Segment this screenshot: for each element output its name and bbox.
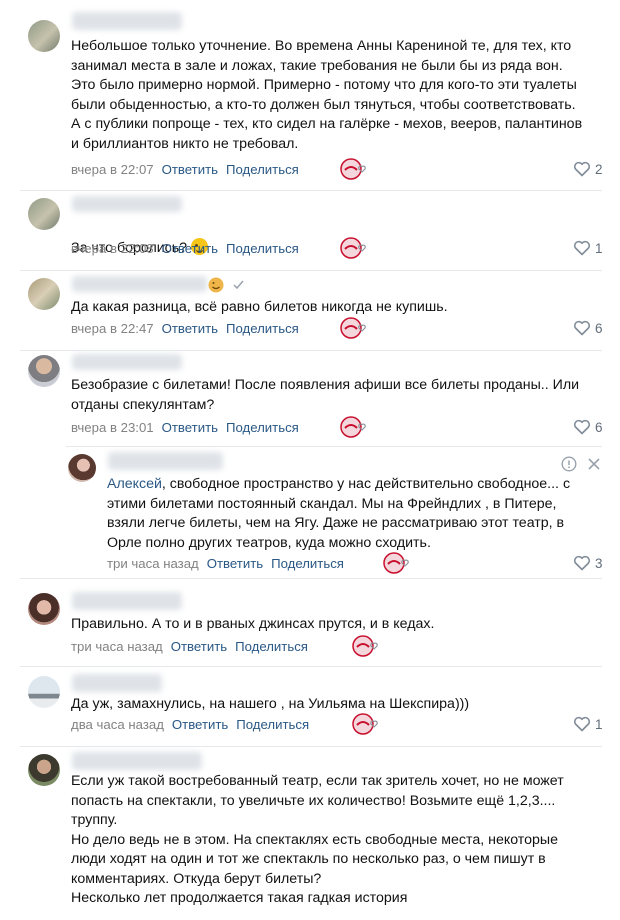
wink-emoji-icon [208, 277, 224, 293]
share-button[interactable]: Поделиться [226, 420, 299, 435]
share-button[interactable]: Поделиться [226, 321, 299, 336]
like-count: 6 [595, 320, 603, 336]
author-name-blurred[interactable] [72, 592, 182, 610]
reply-button[interactable]: Ответить [162, 241, 218, 256]
like-button[interactable]: 1 [573, 240, 603, 256]
comment-text: Правильно. А то и в рваных джинсах прутс… [71, 616, 435, 632]
share-button[interactable]: Поделиться [236, 717, 309, 732]
like-count: 2 [595, 161, 603, 177]
heart-outline-icon [573, 161, 591, 177]
like-button[interactable]: 2 [573, 161, 603, 177]
comment-text: Если уж такой востребованный театр, если… [71, 773, 564, 906]
heart-badge-icon[interactable] [352, 713, 382, 735]
comment-text: Небольшое только уточнение. Во времена А… [71, 38, 583, 152]
author-name-blurred[interactable] [72, 752, 202, 770]
heart-outline-icon [573, 240, 591, 256]
avatar[interactable] [28, 754, 60, 786]
comment-meta: два часа назад Ответить Поделиться [71, 717, 309, 733]
reply-button[interactable]: Ответить [207, 556, 263, 571]
comment-7: Да уж, замахнулись, на нашего , на Уилья… [0, 666, 620, 746]
comment-text: Да какая разница, всё равно билетов нико… [71, 299, 448, 315]
share-button[interactable]: Поделиться [235, 639, 308, 654]
avatar[interactable] [68, 454, 96, 482]
avatar[interactable] [28, 676, 60, 708]
like-button[interactable]: 6 [573, 419, 603, 435]
comment-text-body: , свободное пространство у нас действите… [107, 476, 571, 551]
comment-1: Небольшое только уточнение. Во времена А… [0, 0, 620, 190]
reply-mention[interactable]: Алексей [107, 476, 162, 492]
comment-3: Да какая разница, всё равно билетов нико… [0, 270, 620, 350]
report-icon[interactable] [561, 456, 577, 472]
heart-outline-icon [573, 716, 591, 732]
heart-badge-icon[interactable] [340, 237, 370, 259]
comment-time[interactable]: три часа назад [71, 639, 163, 654]
like-count: 1 [595, 716, 603, 732]
comment-time[interactable]: три часа назад [107, 556, 199, 571]
like-button[interactable]: 3 [573, 555, 603, 571]
share-button[interactable]: Поделиться [226, 241, 299, 256]
heart-outline-icon [573, 555, 591, 571]
avatar[interactable] [28, 20, 60, 52]
close-icon[interactable] [588, 458, 600, 470]
avatar[interactable] [28, 593, 60, 625]
comment-meta: вчера в 22:08 Ответить Поделиться [71, 241, 299, 257]
heart-badge-icon[interactable] [340, 416, 370, 438]
heart-badge-icon[interactable] [340, 317, 370, 339]
reply-button[interactable]: Ответить [162, 321, 218, 336]
reply-button[interactable]: Ответить [162, 420, 218, 435]
comment-4: Безобразие с билетами! После появления а… [0, 350, 620, 446]
reply-comment: Алексей, свободное пространство у нас де… [0, 446, 620, 578]
avatar[interactable] [28, 198, 60, 230]
author-name-blurred[interactable] [108, 452, 223, 470]
like-count: 6 [595, 419, 603, 435]
heart-outline-icon [573, 320, 591, 336]
heart-badge-icon[interactable] [340, 158, 370, 180]
comment-2: За что боролись? вчера в 22:08 Ответить По… [0, 190, 620, 270]
comment-meta: вчера в 22:47 Ответить Поделиться [71, 321, 299, 337]
avatar[interactable] [28, 278, 60, 310]
share-button[interactable]: Поделиться [271, 556, 344, 571]
like-count: 3 [595, 555, 603, 571]
comment-meta: вчера в 22:07 Ответить Поделиться [71, 162, 299, 178]
reply-button[interactable]: Ответить [162, 162, 218, 177]
comment-meta: три часа назад Ответить Поделиться [107, 556, 344, 572]
comment-time[interactable]: два часа назад [71, 717, 164, 732]
share-button[interactable]: Поделиться [226, 162, 299, 177]
author-name-blurred[interactable] [72, 276, 207, 292]
author-name-blurred[interactable] [72, 196, 182, 212]
comment-time[interactable]: вчера в 22:08 [71, 241, 154, 256]
comment-text: Да уж, замахнулись, на нашего , на Уилья… [71, 696, 470, 712]
reply-button[interactable]: Ответить [171, 639, 227, 654]
check-icon [233, 280, 244, 290]
comment-time[interactable]: вчера в 22:07 [71, 162, 154, 177]
author-name-blurred[interactable] [72, 674, 162, 692]
author-name-blurred[interactable] [72, 354, 182, 370]
reply-button[interactable]: Ответить [172, 717, 228, 732]
like-button[interactable]: 1 [573, 716, 603, 732]
comment-text: Безобразие с билетами! После появления а… [71, 377, 580, 413]
heart-badge-icon[interactable] [383, 552, 413, 574]
like-button[interactable]: 6 [573, 320, 603, 336]
comment-text: Алексей, свободное пространство у нас де… [107, 475, 607, 553]
comment-meta: вчера в 23:01 Ответить Поделиться [71, 420, 299, 436]
comment-time[interactable]: вчера в 23:01 [71, 420, 154, 435]
comment-meta: три часа назад Ответить Поделиться [71, 639, 308, 655]
comment-8: Если уж такой востребованный театр, если… [0, 746, 620, 920]
like-count: 1 [595, 240, 603, 256]
author-name-blurred[interactable] [72, 12, 182, 30]
heart-outline-icon [573, 419, 591, 435]
heart-badge-icon[interactable] [352, 635, 382, 657]
comment-6: Правильно. А то и в рваных джинсах прутс… [0, 578, 620, 666]
comment-time[interactable]: вчера в 22:47 [71, 321, 154, 336]
divider [66, 446, 602, 447]
avatar[interactable] [28, 355, 60, 387]
